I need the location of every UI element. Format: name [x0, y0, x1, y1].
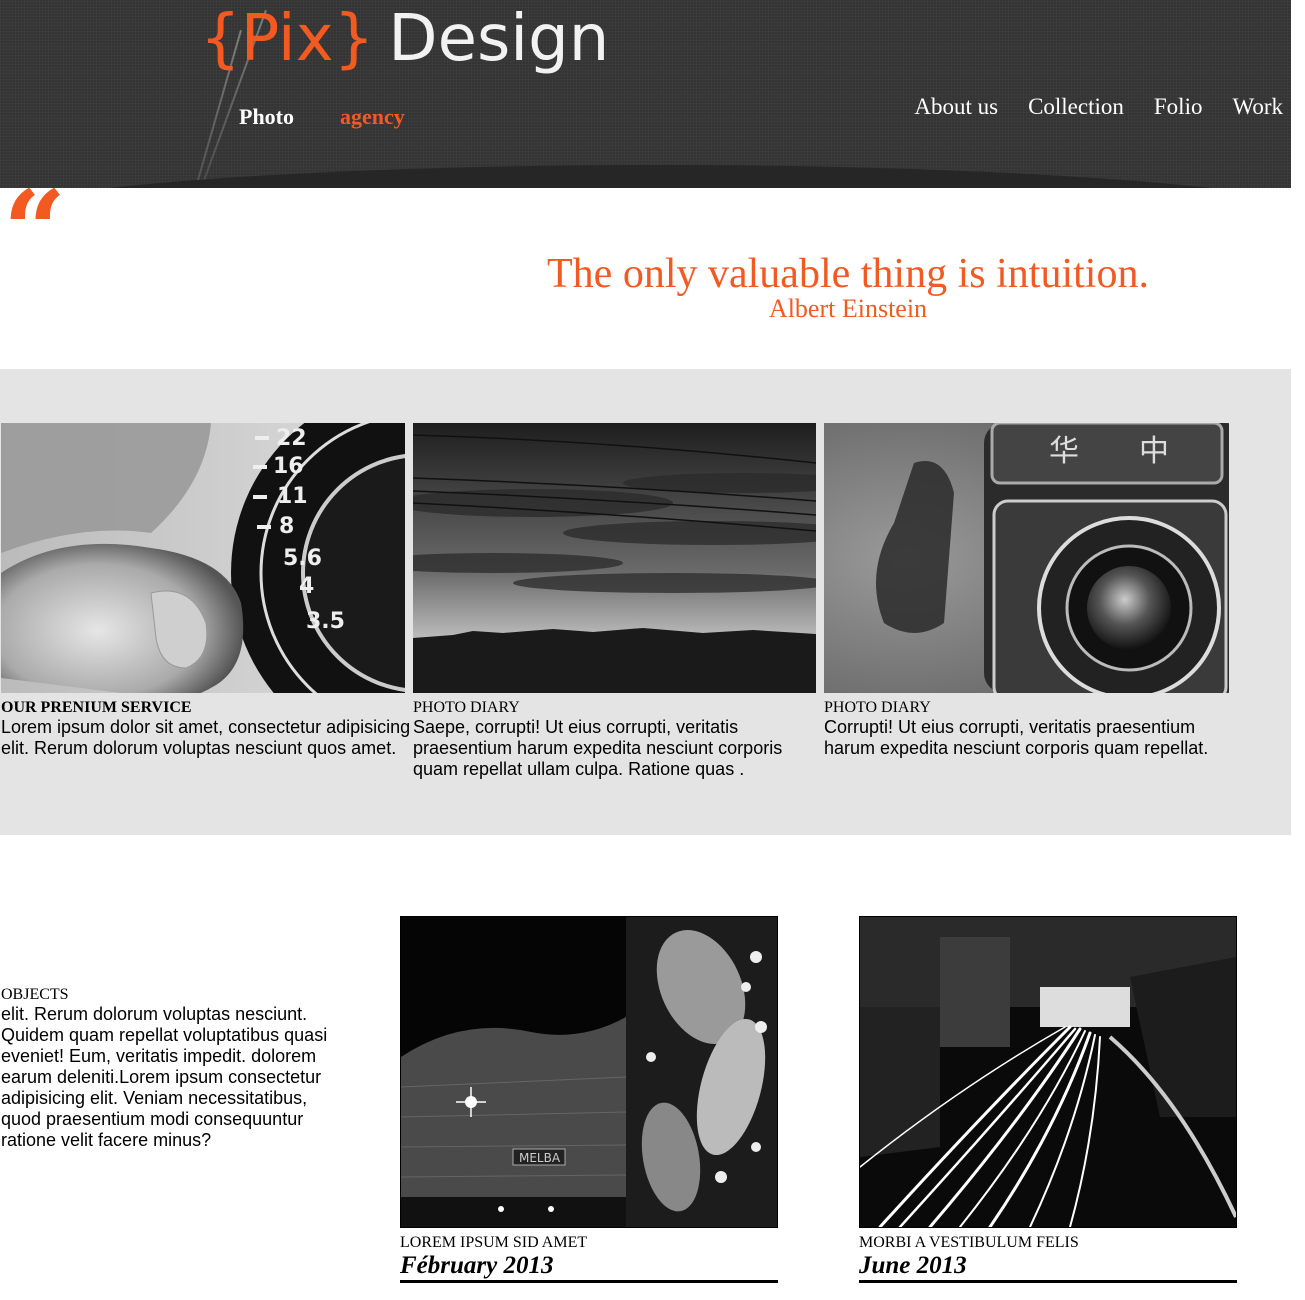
- post-date: June 2013: [859, 1252, 1237, 1283]
- quote-block: The only valuable thing is intuition. Al…: [400, 250, 1296, 324]
- tagline-photo: Photo: [239, 104, 294, 129]
- post-card: MELBA LOREM IPSUM SID AMET Fébruary 2013: [400, 916, 778, 1283]
- svg-text:5.6: 5.6: [283, 546, 322, 571]
- nav-collection[interactable]: Collection: [1028, 94, 1124, 120]
- post-card: MORBI A VESTIBULUM FELIS June 2013: [859, 916, 1237, 1283]
- objects-section: OBJECTS elit. Rerum dolorum voluptas nes…: [1, 986, 351, 1151]
- quote-mark-icon: “: [3, 166, 67, 295]
- quote-text: The only valuable thing is intuition.: [547, 251, 1149, 297]
- nav-folio[interactable]: Folio: [1154, 94, 1203, 120]
- nav-work[interactable]: Work: [1232, 94, 1283, 120]
- quote-author: Albert Einstein: [768, 294, 928, 323]
- logo-pix: Pix: [240, 2, 334, 76]
- sunset-sky-photo[interactable]: [413, 423, 816, 693]
- svg-text:华: 华: [1049, 434, 1079, 469]
- site-header: {Pix} Design Photo agency About us Collec…: [0, 0, 1291, 188]
- svg-text:中: 中: [1139, 434, 1169, 469]
- svg-text:22: 22: [276, 426, 307, 451]
- light-trails-photo[interactable]: [859, 916, 1237, 1228]
- feature-card: 华 中 PHOTO DIARY Corrupti! Ut eius corrup…: [824, 423, 1229, 759]
- feature-card: PHOTO DIARY Saepe, corrupti! Ut eius cor…: [413, 423, 823, 780]
- svg-text:3.5: 3.5: [306, 609, 345, 634]
- nav-about-us[interactable]: About us: [914, 94, 998, 120]
- header-wave: [0, 165, 1291, 188]
- logo-design: Design: [388, 2, 610, 76]
- feature-label: OUR PRENIUM SERVICE: [1, 699, 192, 716]
- svg-text:16: 16: [273, 454, 304, 479]
- post-label: LOREM IPSUM SID AMET: [400, 1234, 588, 1251]
- post-label: MORBI A VESTIBULUM FELIS: [859, 1234, 1079, 1251]
- tagline-agency: agency: [340, 104, 405, 129]
- svg-text:4: 4: [299, 574, 314, 599]
- objects-label: OBJECTS: [1, 986, 69, 1003]
- feature-card: 22 16 11 8 5.6 4 3.5 OUR PRENIUM SERVICE Lore…: [1, 423, 411, 759]
- logo-brace-close: }: [333, 2, 375, 76]
- vintage-camera-photo[interactable]: 华 中: [824, 423, 1229, 693]
- night-building-photo[interactable]: MELBA: [400, 916, 778, 1228]
- logo-brace-open: {: [200, 2, 241, 76]
- svg-text:MELBA: MELBA: [519, 1151, 561, 1165]
- camera-dial-photo[interactable]: 22 16 11 8 5.6 4 3.5: [1, 423, 405, 693]
- main-nav: About us Collection Folio Work: [914, 94, 1283, 120]
- objects-body: elit. Rerum dolorum voluptas nesciunt. Q…: [1, 1004, 328, 1150]
- feature-body: Lorem ipsum dolor sit amet, consectetur …: [1, 717, 411, 758]
- post-date: Fébruary 2013: [400, 1252, 778, 1283]
- feature-body: Saepe, corrupti! Ut eius corrupti, verit…: [413, 717, 783, 779]
- site-logo[interactable]: {Pix} Design: [200, 0, 609, 79]
- svg-text:11: 11: [277, 484, 308, 509]
- feature-body: Corrupti! Ut eius corrupti, veritatis pr…: [824, 717, 1209, 758]
- svg-text:8: 8: [279, 514, 294, 539]
- feature-label: PHOTO DIARY: [413, 699, 520, 716]
- feature-label: PHOTO DIARY: [824, 699, 931, 716]
